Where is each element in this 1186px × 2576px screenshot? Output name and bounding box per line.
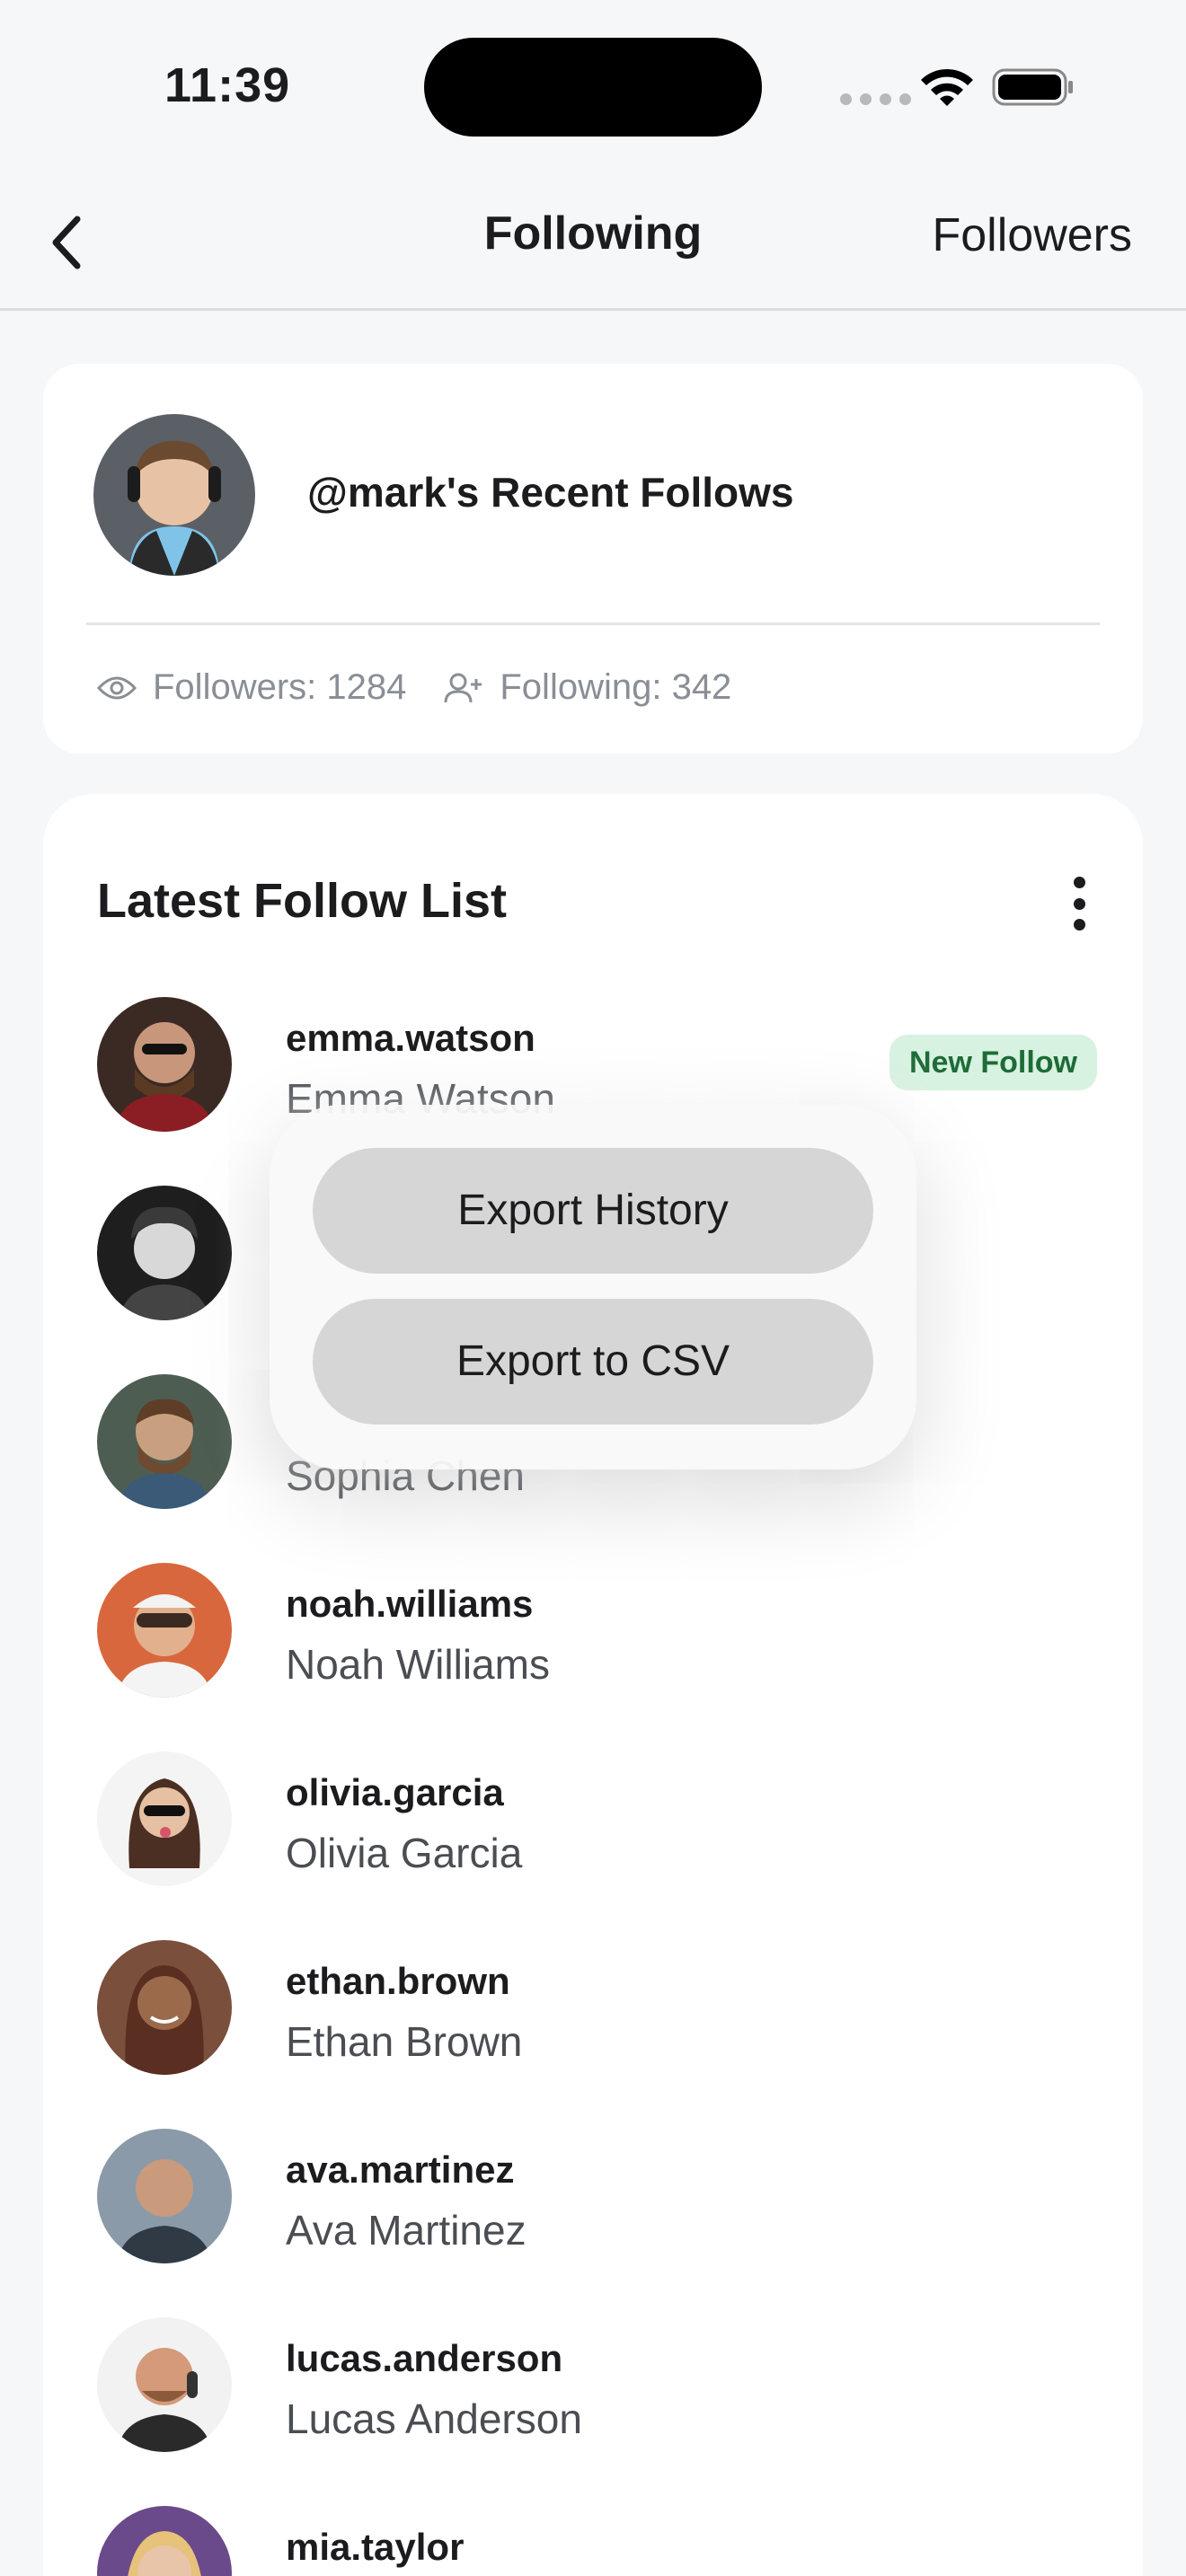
eye-icon	[97, 676, 137, 699]
list-item[interactable]: ethan.brown Ethan Brown	[43, 1940, 1143, 2129]
following-stat[interactable]: Following: 342	[444, 667, 731, 708]
export-csv-button[interactable]: Export to CSV	[313, 1299, 873, 1425]
row-name: Olivia Garcia	[286, 1830, 523, 1876]
add-user-icon	[444, 673, 482, 702]
status-badge: New Follow	[890, 1035, 1097, 1090]
nav-bar: Following Followers	[0, 171, 1186, 311]
row-handle: mia.taylor	[286, 2526, 465, 2568]
avatar	[97, 1940, 232, 2075]
avatar	[97, 997, 232, 1132]
following-count: Following: 342	[500, 667, 732, 707]
followers-count: Followers: 1284	[153, 667, 407, 707]
row-handle: emma.watson	[286, 1017, 535, 1059]
row-name: Ava Martinez	[286, 2207, 527, 2254]
row-handle: lucas.anderson	[286, 2337, 563, 2379]
list-item[interactable]: olivia.garcia Olivia Garcia	[43, 1751, 1143, 1940]
avatar	[97, 2129, 232, 2263]
avatar[interactable]	[93, 414, 255, 576]
avatar	[97, 2506, 232, 2576]
divider	[86, 622, 1100, 625]
followers-stat[interactable]: Followers: 1284	[97, 667, 406, 708]
row-handle: ava.martinez	[286, 2148, 515, 2191]
avatar	[97, 2317, 232, 2452]
profile-stats: Followers: 1284 Following: 342	[97, 667, 731, 708]
status-bar: 11:39	[0, 0, 1186, 171]
wifi-icon	[921, 68, 973, 106]
export-history-button[interactable]: Export History	[313, 1148, 873, 1274]
profile-title: @mark's Recent Follows	[307, 469, 794, 516]
profile-card: @mark's Recent Follows Followers: 1284 F…	[43, 364, 1143, 754]
more-vertical-icon[interactable]	[1066, 877, 1093, 931]
list-item[interactable]: lucas.anderson Lucas Anderson	[43, 2317, 1143, 2506]
avatar	[97, 1563, 232, 1698]
list-item[interactable]: noah.williams Noah Williams	[43, 1563, 1143, 1751]
dynamic-island	[424, 38, 762, 137]
row-name: Noah Williams	[286, 1641, 550, 1688]
status-time: 11:39	[164, 58, 291, 112]
row-handle: olivia.garcia	[286, 1771, 504, 1813]
battery-icon	[992, 68, 1073, 106]
followers-link[interactable]: Followers	[933, 208, 1133, 262]
signal-icon	[840, 93, 911, 105]
list-item[interactable]: mia.taylor	[43, 2506, 1143, 2576]
row-name: Lucas Anderson	[286, 2395, 582, 2442]
section-title: Latest Follow List	[97, 874, 508, 928]
export-menu: Export History Export to CSV	[270, 1105, 916, 1469]
list-item[interactable]: ava.martinez Ava Martinez	[43, 2129, 1143, 2317]
follow-list-card: Latest Follow List emma.watson Emma Wats…	[43, 794, 1143, 2576]
row-handle: noah.williams	[286, 1583, 534, 1625]
avatar	[97, 1374, 232, 1509]
row-name: Ethan Brown	[286, 2018, 523, 2065]
avatar	[97, 1751, 232, 1886]
row-handle: ethan.brown	[286, 1960, 510, 2002]
avatar	[97, 1186, 232, 1320]
